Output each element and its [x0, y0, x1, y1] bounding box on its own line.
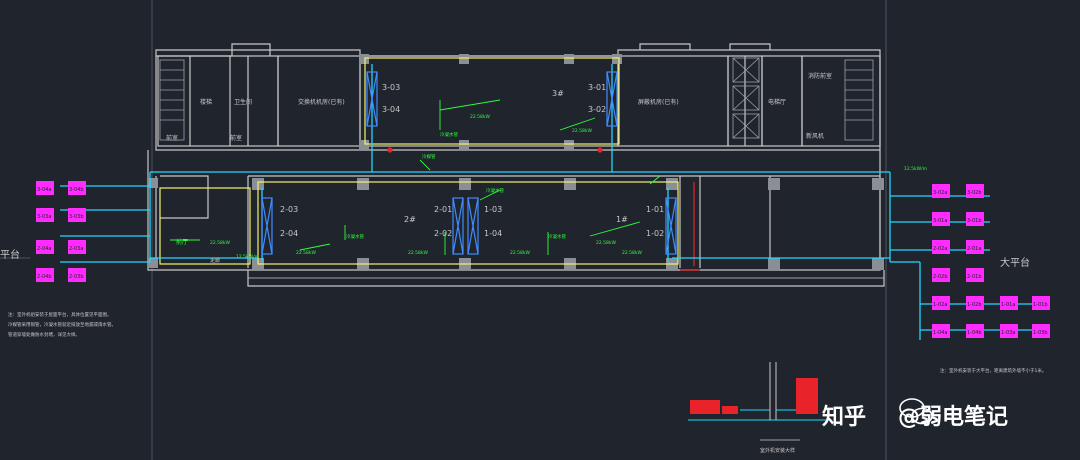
outdoor-unit: 1-01a: [1000, 296, 1018, 310]
outdoor-unit-label: 1-03b: [1033, 330, 1048, 336]
outdoor-unit-label: 1-01b: [1033, 302, 1048, 308]
unit-3-03-label: 3-03: [382, 83, 400, 92]
unit-3-04-label: 3-04: [382, 105, 400, 114]
pipe-note: 22.58kW: [510, 250, 530, 256]
outdoor-unit: 1-02a: [932, 296, 950, 310]
pipe-note: 22.58kW: [296, 250, 316, 256]
outdoor-unit: 1-04a: [932, 324, 950, 338]
watermark-brand: 知乎: [822, 404, 866, 430]
outdoor-unit-label: 1-01a: [1001, 302, 1015, 308]
outdoor-unit: 3-03b: [68, 208, 86, 222]
outdoor-unit-label: 2-03b: [69, 274, 84, 280]
unit-2-01-label: 2-01: [434, 205, 452, 214]
room-3-label: 3#: [552, 89, 564, 98]
room-right-bottom-label: 新风机: [806, 132, 824, 140]
outdoor-unit: 3-01a: [932, 212, 950, 226]
outdoor-unit: 2-02a: [932, 240, 950, 254]
unit-1-02-label: 1-02: [646, 229, 664, 238]
outdoor-unit: 3-01b: [966, 212, 984, 226]
room-toilet-label: 卫生间: [234, 98, 252, 106]
watermark-account: @弱电笔记: [898, 404, 1008, 430]
unit-1-03-label: 1-03: [484, 205, 502, 214]
outdoor-unit-label: 3-03a: [37, 214, 51, 220]
outdoor-unit-label: 2-04a: [37, 246, 51, 252]
pipe-note: 冷凝水管: [548, 233, 566, 240]
outdoor-unit: 2-03b: [68, 268, 86, 282]
detail-caption: 室外机安装大样: [760, 447, 795, 454]
outdoor-unit: 2-02b: [932, 268, 950, 282]
note-left-3: 管道穿墙处做防水封堵，详见大样。: [8, 331, 80, 338]
outdoor-unit: 1-04b: [966, 324, 984, 338]
pipe-note: 12.5kW/m: [904, 166, 927, 172]
outdoor-unit: 2-01b: [966, 268, 984, 282]
unit-2-03-label: 2-03: [280, 205, 298, 214]
outdoor-unit: 3-02b: [966, 184, 984, 198]
outdoor-unit-label: 2-02a: [933, 246, 947, 252]
room-right-upper-label: 屏蔽机房(已有): [638, 98, 679, 106]
outdoor-unit-label: 1-04a: [933, 330, 947, 336]
outdoor-unit-label: 3-03b: [69, 214, 84, 220]
unit-3-01-label: 3-01: [588, 83, 606, 92]
outdoor-unit-label: 2-01b: [967, 274, 982, 280]
outdoor-unit: 2-01a: [966, 240, 984, 254]
outdoor-unit-label: 1-04b: [967, 330, 982, 336]
outdoor-unit-label: 2-03a: [69, 246, 83, 252]
unit-2-04-label: 2-04: [280, 229, 298, 238]
room-corridor-left-label: 前厅: [176, 238, 188, 246]
room-2-label: 2#: [404, 215, 416, 224]
outdoor-unit-label: 3-04b: [69, 187, 84, 193]
room-elevator-label: 电梯厅: [768, 98, 786, 106]
pipe-note: 冷凝水管: [486, 187, 504, 194]
pipe-note: 冷凝水管: [346, 233, 364, 240]
outdoor-unit-label: 3-02b: [967, 190, 982, 196]
pipe-note: 22.58kW: [408, 250, 428, 256]
outdoor-unit-label: 3-04a: [37, 187, 51, 193]
outdoor-unit-label: 2-04b: [37, 274, 52, 280]
outdoor-unit: 1-01b: [1032, 296, 1050, 310]
outdoor-unit: 1-02b: [966, 296, 984, 310]
room-1-label: 1#: [616, 215, 628, 224]
outdoor-unit: 2-04b: [36, 268, 54, 282]
note-left-2: 冷媒管采用铜管，冷凝水管就近排放至地漏或雨水管。: [8, 321, 116, 328]
outdoor-unit: 3-03a: [36, 208, 54, 222]
pipe-note: 22.58kW: [596, 240, 616, 246]
room-left-upper-label: 交换机机房(已有): [298, 98, 345, 106]
pipe-note: 22.58kW: [470, 114, 490, 120]
pipe-note: 12.5kW/m: [236, 254, 259, 260]
note-left-1: 注：室外机组安装于屋面平台，具体位置见平面图。: [8, 311, 112, 318]
unit-1-01-label: 1-01: [646, 205, 664, 214]
note-right-1: 注：室外机安装于大平台，距离建筑外墙不小于1米。: [940, 367, 1046, 374]
outdoor-unit-label: 1-02a: [933, 302, 947, 308]
balcony-label: 大平台: [1000, 256, 1030, 269]
outdoor-unit: 3-04b: [68, 181, 86, 195]
outdoor-unit-label: 3-02a: [933, 190, 947, 196]
room-corridor-left2-label: 走廊: [210, 257, 220, 264]
outdoor-unit: 2-04a: [36, 240, 54, 254]
outdoor-unit-label: 1-03a: [1001, 330, 1015, 336]
outdoor-unit-label: 2-02b: [933, 274, 948, 280]
outdoor-unit-label: 3-01a: [933, 218, 947, 224]
pipe-note: 22.58kW: [572, 128, 592, 134]
pipe-note: 冷媒管: [422, 153, 436, 160]
unit-1-04-label: 1-04: [484, 229, 502, 238]
outdoor-unit: 2-03a: [68, 240, 86, 254]
floor-plan-drawing: 3# 2# 1# 交换机机房(已有) 屏蔽机房(已有) 楼梯 卫生间 电梯厅 消…: [0, 0, 1080, 460]
room-left-bottom2-label: 前室: [230, 134, 242, 142]
unit-3-02-label: 3-02: [588, 105, 606, 114]
pipe-note: 22.58kW: [210, 240, 230, 246]
outdoor-unit-label: 3-01b: [967, 218, 982, 224]
room-stairs-left-label: 楼梯: [200, 98, 212, 106]
outdoor-unit: 1-03a: [1000, 324, 1018, 338]
pipe-note: 22.58kW: [622, 250, 642, 256]
outdoor-unit-label: 2-01a: [967, 246, 981, 252]
pipe-note: 冷凝水管: [440, 131, 458, 138]
outdoor-unit-label: 1-02b: [967, 302, 982, 308]
room-left-bottom-label: 前室: [166, 134, 178, 142]
unit-2-02-label: 2-02: [434, 229, 452, 238]
room-right-small-label: 消防前室: [808, 72, 832, 80]
outdoor-unit: 3-02a: [932, 184, 950, 198]
outdoor-unit: 1-03b: [1032, 324, 1050, 338]
balcony-left-label: 平台: [0, 248, 20, 261]
outdoor-unit: 3-04a: [36, 181, 54, 195]
